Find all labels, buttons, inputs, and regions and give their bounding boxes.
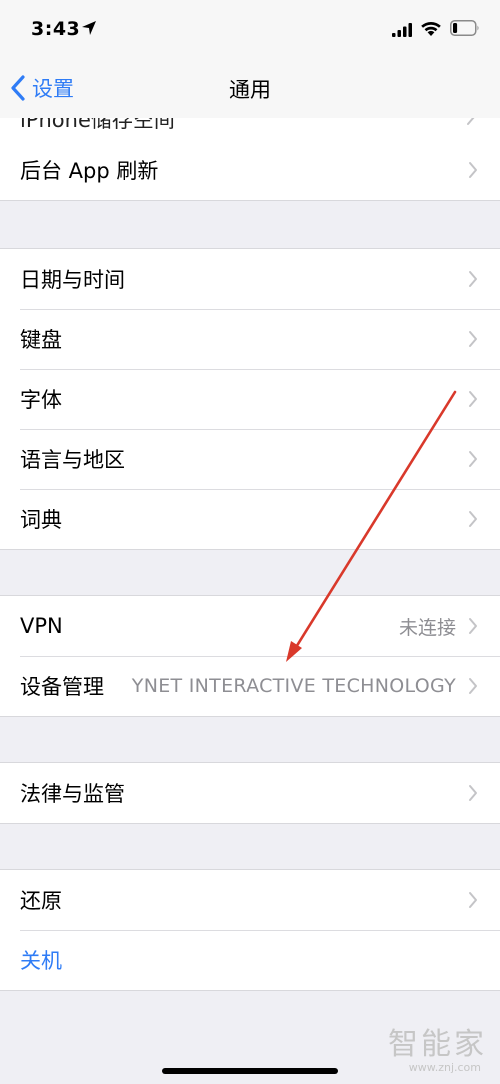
battery-icon: [450, 20, 479, 36]
chevron-right-icon: [469, 271, 477, 287]
storage-row[interactable]: iPhone储存空间: [0, 118, 500, 140]
group-reset: 还原 关机: [0, 869, 500, 991]
status-time: 3:43: [31, 18, 81, 40]
chevron-right-icon: [469, 451, 477, 467]
group-background-refresh: 后台 App 刷新: [0, 140, 500, 201]
shut-down-label: 关机: [20, 949, 62, 973]
chevron-right-icon: [469, 785, 477, 801]
row-label: 键盘: [20, 328, 62, 352]
row-label: 词典: [20, 508, 62, 532]
watermark-brand: 智能家: [388, 1027, 487, 1062]
watermark: 智能家 www.znj.com: [388, 1028, 487, 1074]
reset-row[interactable]: 还原: [0, 870, 500, 930]
row-label: 日期与时间: [20, 268, 125, 292]
home-indicator[interactable]: [162, 1068, 338, 1074]
chevron-right-icon: [469, 331, 477, 347]
row-label: 设备管理: [20, 675, 104, 699]
chevron-right-icon: [469, 618, 477, 634]
row-label: 还原: [20, 889, 62, 913]
row-label: 语言与地区: [20, 448, 125, 472]
chevron-right-icon: [469, 511, 477, 527]
navigation-bar: 设置 通用: [0, 58, 500, 118]
vpn-row[interactable]: VPN 未连接: [0, 596, 500, 656]
language-region-row[interactable]: 语言与地区: [0, 429, 500, 489]
chevron-right-icon: [469, 162, 477, 178]
wifi-icon: [421, 21, 441, 36]
row-label: 后台 App 刷新: [20, 159, 159, 183]
group-legal: 法律与监管: [0, 762, 500, 824]
device-management-row[interactable]: 设备管理 YNET INTERACTIVE TECHNOLOGY: [0, 656, 500, 716]
storage-row-label: iPhone储存空间: [20, 118, 175, 132]
chevron-right-icon: [469, 892, 477, 908]
location-arrow-icon: [82, 21, 96, 35]
status-bar: 3:43: [0, 0, 500, 58]
legal-regulatory-row[interactable]: 法律与监管: [0, 763, 500, 823]
dictionary-row[interactable]: 词典: [0, 489, 500, 549]
shut-down-row[interactable]: 关机: [0, 930, 500, 990]
date-time-row[interactable]: 日期与时间: [0, 249, 500, 309]
chevron-right-icon: [469, 678, 477, 694]
group-network-management: VPN 未连接 设备管理 YNET INTERACTIVE TECHNOLOGY: [0, 595, 500, 717]
group-input-settings: 日期与时间 键盘 字体 语言与地区 词典: [0, 248, 500, 550]
cellular-signal-icon: [392, 23, 412, 37]
keyboard-row[interactable]: 键盘: [0, 309, 500, 369]
row-label: 字体: [20, 388, 62, 412]
vpn-status-value: 未连接: [398, 616, 456, 639]
chevron-right-icon: [467, 118, 475, 125]
page-title: 通用: [229, 78, 271, 102]
fonts-row[interactable]: 字体: [0, 369, 500, 429]
row-label: VPN: [20, 614, 63, 638]
watermark-url: www.znj.com: [408, 1061, 481, 1074]
background-app-refresh-row[interactable]: 后台 App 刷新: [0, 140, 500, 200]
row-label: 法律与监管: [20, 782, 125, 806]
device-management-value: YNET INTERACTIVE TECHNOLOGY: [131, 675, 456, 697]
chevron-right-icon: [469, 391, 477, 407]
